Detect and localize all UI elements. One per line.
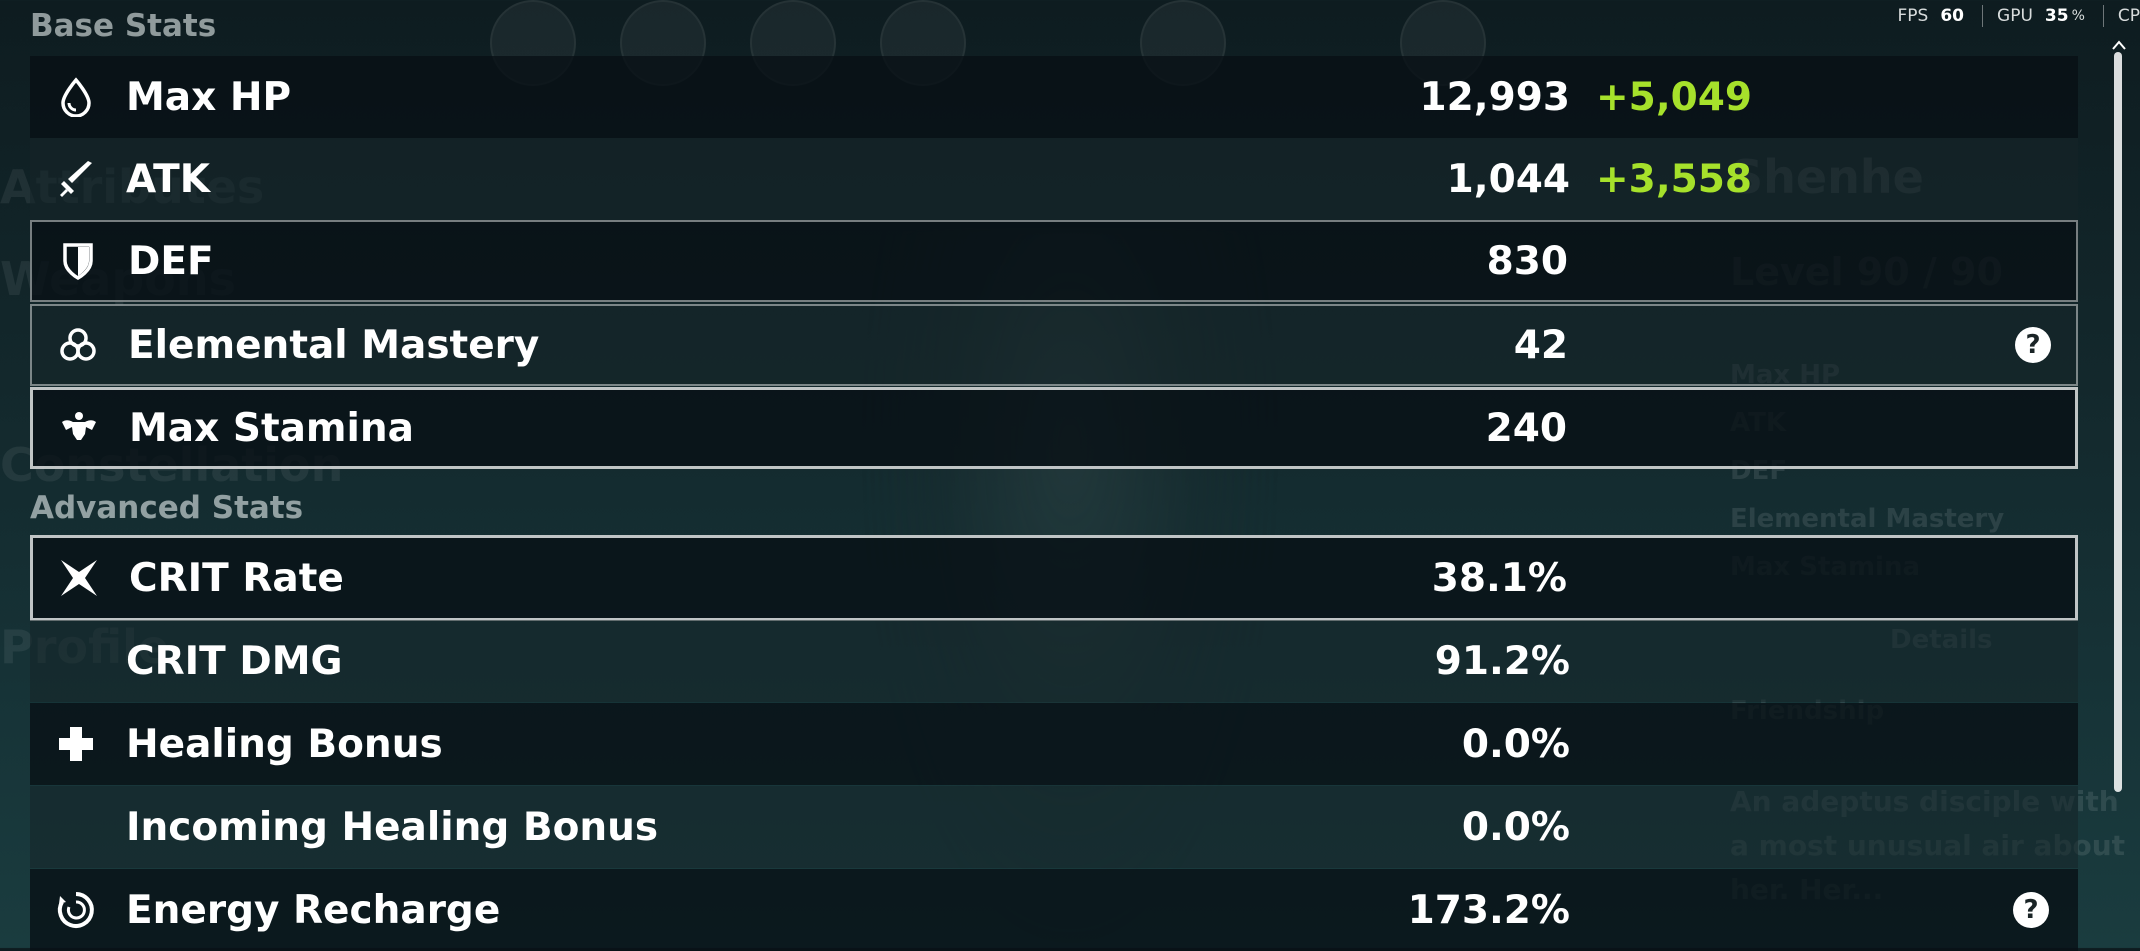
stat-value: 830 bbox=[1486, 238, 1568, 284]
shield-icon bbox=[58, 241, 98, 281]
energy-recharge-icon bbox=[56, 890, 96, 930]
stat-row-crit-dmg[interactable]: CRIT DMG 91.2% bbox=[30, 620, 2078, 702]
stat-value: 1,044 bbox=[1446, 156, 1570, 202]
stat-value: 91.2% bbox=[1434, 638, 1570, 684]
stat-value: 0.0% bbox=[1461, 804, 1570, 850]
elemental-mastery-icon bbox=[58, 325, 98, 365]
stat-value: 42 bbox=[1513, 322, 1568, 368]
hp-drop-icon bbox=[56, 77, 96, 117]
stat-label: Elemental Mastery bbox=[128, 322, 540, 368]
stat-label: Max HP bbox=[126, 74, 292, 120]
hud-divider bbox=[1982, 5, 1984, 27]
stat-row-energy-recharge[interactable]: Energy Recharge 173.2% ? bbox=[30, 869, 2078, 951]
stat-label: ATK bbox=[126, 156, 210, 202]
stamina-icon bbox=[59, 408, 99, 448]
healing-cross-icon bbox=[56, 724, 96, 764]
gpu-unit: % bbox=[2071, 8, 2085, 24]
help-icon[interactable]: ? bbox=[2015, 327, 2051, 363]
stat-label: Energy Recharge bbox=[126, 887, 501, 933]
stat-row-incoming-healing-bonus[interactable]: Incoming Healing Bonus 0.0% bbox=[30, 786, 2078, 868]
stat-label: Incoming Healing Bonus bbox=[126, 804, 659, 850]
help-icon[interactable]: ? bbox=[2013, 892, 2049, 928]
stat-value: 240 bbox=[1485, 405, 1567, 451]
advanced-stats-title: Advanced Stats bbox=[30, 490, 304, 526]
gpu-value: 35 bbox=[2044, 6, 2069, 26]
scroll-up-arrow-icon[interactable] bbox=[2112, 40, 2126, 50]
stat-bonus: +3,558 bbox=[1596, 156, 1753, 202]
stat-row-atk[interactable]: ATK 1,044 +3,558 bbox=[30, 138, 2078, 220]
performance-hud: FPS 60 GPU 35 % CP bbox=[1884, 4, 2140, 28]
gpu-label: GPU bbox=[1997, 6, 2033, 26]
sword-icon bbox=[56, 159, 96, 199]
fps-value: 60 bbox=[1940, 6, 1965, 26]
stat-value: 38.1% bbox=[1431, 555, 1567, 601]
stat-label: DEF bbox=[128, 238, 214, 284]
stat-label: CRIT Rate bbox=[129, 555, 344, 601]
stat-row-elemental-mastery[interactable]: Elemental Mastery 42 ? bbox=[30, 304, 2078, 386]
stat-value: 12,993 bbox=[1419, 74, 1571, 120]
stat-label: Max Stamina bbox=[129, 405, 414, 451]
stat-row-def[interactable]: DEF 830 bbox=[30, 220, 2078, 302]
fps-label: FPS bbox=[1897, 6, 1929, 26]
stat-label: CRIT DMG bbox=[126, 638, 343, 684]
stat-row-max-hp[interactable]: Max HP 12,993 +5,049 bbox=[30, 56, 2078, 138]
stat-value: 0.0% bbox=[1461, 721, 1570, 767]
crit-star-icon bbox=[59, 558, 99, 598]
stat-row-crit-rate[interactable]: CRIT Rate 38.1% bbox=[30, 535, 2078, 621]
stat-value: 173.2% bbox=[1407, 887, 1570, 933]
base-stats-title: Base Stats bbox=[30, 8, 217, 44]
stat-row-healing-bonus[interactable]: Healing Bonus 0.0% bbox=[30, 703, 2078, 785]
scrollbar-thumb[interactable] bbox=[2114, 52, 2122, 792]
stat-label: Healing Bonus bbox=[126, 721, 443, 767]
stat-row-max-stamina[interactable]: Max Stamina 240 bbox=[30, 387, 2078, 469]
cpu-label: CP bbox=[2117, 6, 2140, 26]
ghost-panel-item: Elemental Mastery bbox=[1730, 504, 2005, 534]
hud-divider bbox=[2102, 5, 2104, 27]
stat-bonus: +5,049 bbox=[1596, 74, 1753, 120]
